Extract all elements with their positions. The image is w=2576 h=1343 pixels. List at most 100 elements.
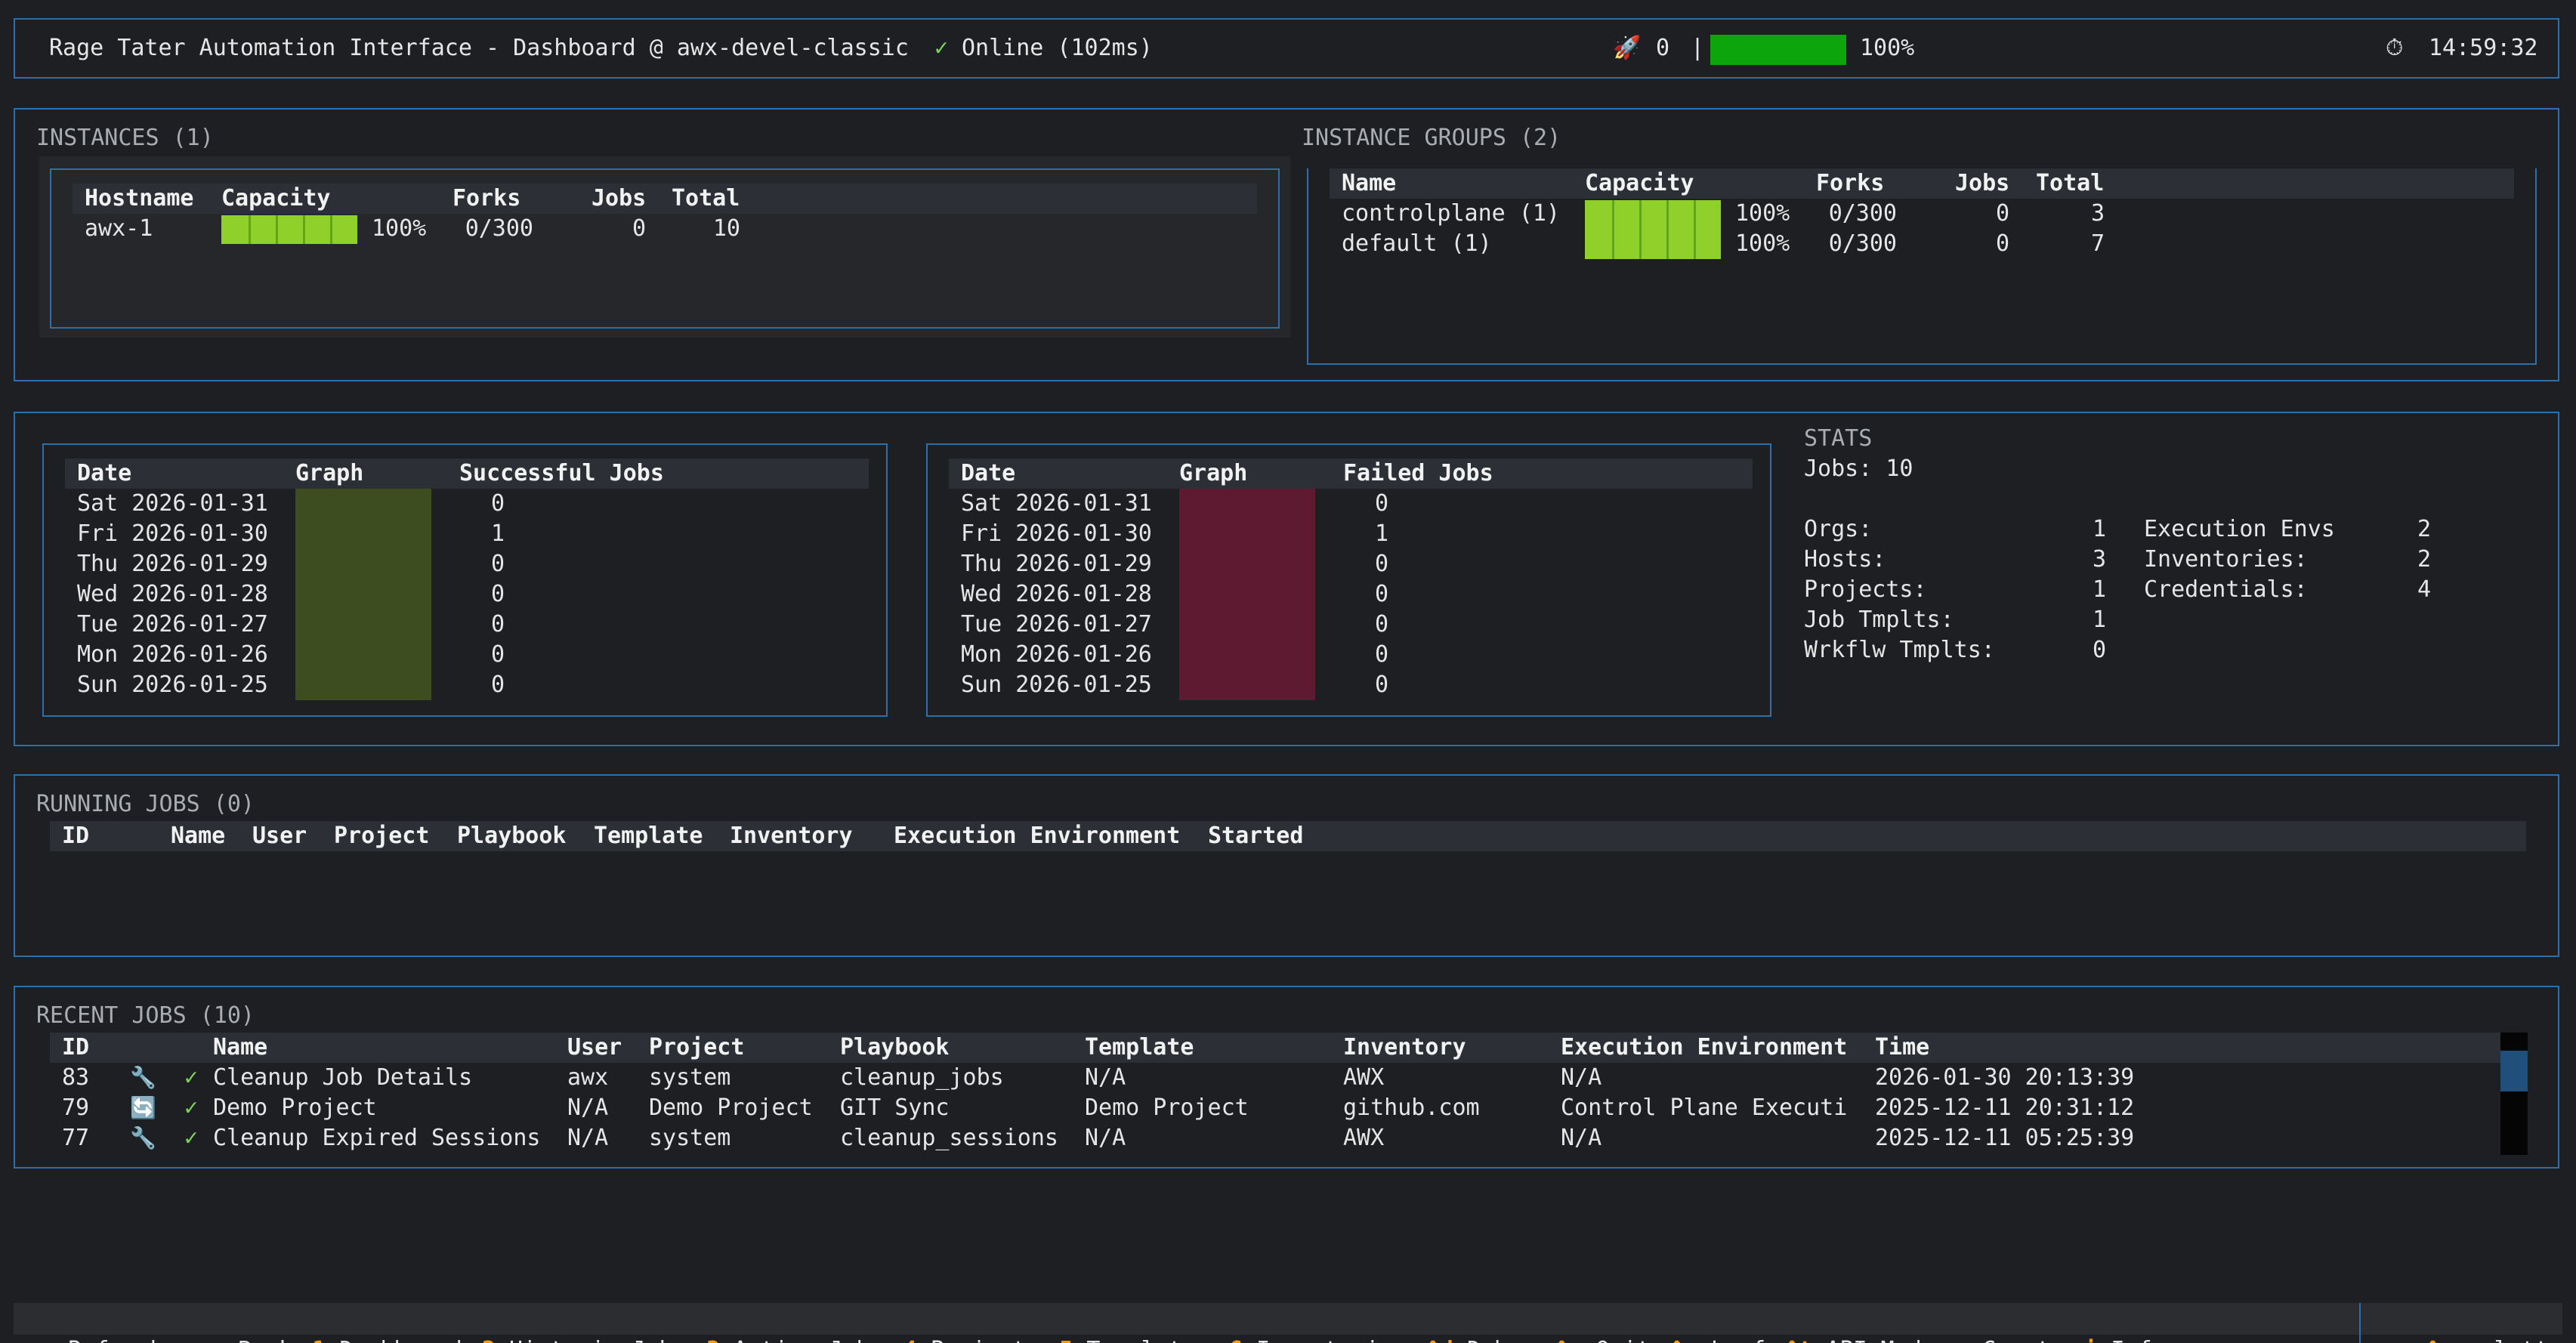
stat-value: 1 [2092,516,2106,542]
shortcut-refresh[interactable]: r Refresh [41,1337,164,1343]
success-check-icon: ✓ [184,1094,199,1121]
successful-jobs-row: Mon 2026-01-26 0 [65,640,869,670]
job-project: system [649,1125,731,1151]
job-user: N/A [567,1094,609,1121]
recent-job-row[interactable]: 83 Cleanup Job Details awx system cleanup_jo… [50,1063,2497,1093]
col-capacity: Capacity [1585,170,1694,196]
shortcut-create[interactable]: c Create [1955,1337,2065,1343]
online-check-icon: ✓ [934,35,949,61]
group-total: 7 [2090,230,2105,257]
shortcut-key: 1 [312,1337,326,1343]
failed-jobs-date: Thu 2026-01-29 [961,551,1152,577]
instance-total: 10 [712,215,740,242]
stat-value: 2 [2417,546,2431,573]
recent-jobs-scrollbar[interactable] [2500,1033,2528,1155]
group-forks: 0/300 [1828,230,1897,257]
col-execution-environment: Execution Environment [894,823,1181,849]
shortcut-back[interactable]: esc Back [184,1337,293,1343]
failed-jobs-date: Sun 2026-01-25 [961,672,1152,698]
job-user: awx [567,1064,609,1091]
col-playbook: Playbook [840,1034,950,1061]
successful-jobs-count: 0 [490,581,505,607]
wrench-icon: 🔧 [130,1125,156,1150]
instances-title: INSTANCES (1) [36,125,214,151]
job-execution-environment: N/A [1561,1064,1602,1091]
group-jobs: 0 [1995,230,2009,257]
successful-jobs-row: Fri 2026-01-30 1 [65,519,869,549]
shortcut-label: Back [238,1337,292,1343]
shortcut-label: Create [1982,1337,2064,1343]
shortcut-api-mode[interactable]: ^t API Mode [1785,1337,1935,1343]
success-check-icon: ✓ [184,1125,199,1151]
col-date: Date [77,460,132,486]
stat-label: Execution Envs [2144,516,2335,542]
shortcut-label: Quit [1595,1337,1650,1343]
stat-value: 0 [2092,637,2106,663]
shortcut-debug[interactable]: ^d Debug [1426,1337,1536,1343]
successful-jobs-row: Tue 2026-01-27 0 [65,610,869,640]
shortcut-active-jobs[interactable]: 3 Active Jobs [706,1337,884,1343]
header-bar: Rage Tater Automation Interface - Dashbo… [14,18,2559,79]
recent-job-row[interactable]: 79 Demo Project N/A Demo Project GIT Sync Dem… [50,1093,2497,1123]
failed-jobs-date: Fri 2026-01-30 [961,520,1152,547]
successful-jobs-count: 0 [490,551,505,577]
shortcut-label: Loaf [1711,1337,1765,1343]
col-id: ID [62,1034,90,1061]
job-time: 2026-01-30 20:13:39 [1875,1064,2135,1091]
shortcut-key: esc [184,1337,224,1343]
shortcut-info[interactable]: i Info [2083,1337,2165,1343]
shortcut-dashboard[interactable]: 1 Dashboard [312,1337,462,1343]
header-progress-percent: 100% [1860,35,1915,61]
group-jobs: 0 [1995,200,2009,227]
job-time: 2025-12-11 05:25:39 [1875,1125,2135,1151]
shortcut-inventories[interactable]: 6 Inventories [1229,1337,1407,1343]
shortcut-label: API Mode [1826,1337,1935,1343]
col-playbook: Playbook [457,823,567,849]
col-jobs: Jobs [591,185,647,211]
shortcut-quit[interactable]: ^q Quit [1555,1337,1650,1343]
successful-jobs-count: 1 [490,520,505,547]
col-total: Total [672,185,740,211]
col-failed-jobs: Failed Jobs [1343,460,1493,486]
recent-job-row[interactable]: 77 Cleanup Expired Sessions N/A system clean… [50,1123,2497,1153]
col-id: ID [62,823,90,849]
job-stats-section: Date Graph Successful Jobs Sat 2026-01-3… [14,412,2559,746]
successful-jobs-count: 0 [490,672,505,698]
col-time: Time [1875,1034,1930,1061]
stat-label: Orgs: [1804,516,1873,542]
instance-group-row[interactable]: controlplane (1) 100% 0/300 0 3 [1330,199,2514,229]
recent-jobs-section: RECENT JOBS (10) ID Name User Project Pl… [14,986,2559,1169]
col-execution-environment: Execution Environment [1561,1034,1848,1061]
failed-jobs-row: Sun 2026-01-25 0 [949,670,1753,700]
job-template: N/A [1085,1125,1126,1151]
wrench-icon: 🔧 [130,1065,156,1090]
instance-row[interactable]: awx-1 100% 0/300 0 10 [73,214,1257,244]
failed-jobs-row: Fri 2026-01-30 1 [949,519,1753,549]
instance-forks: 0/300 [465,215,533,242]
job-id: 79 [62,1094,90,1121]
instance-groups-header-row: Name Capacity Forks Jobs Total [1330,168,2514,199]
group-forks: 0/300 [1828,200,1897,227]
col-total: Total [2036,170,2105,196]
scrollbar-thumb[interactable] [2500,1051,2528,1091]
col-inventory: Inventory [730,823,853,849]
header-separator: | [1691,35,1705,61]
job-template: Demo Project [1085,1094,1249,1121]
shortcut-loaf[interactable]: ^o Loaf [1670,1337,1765,1343]
failed-jobs-row: Thu 2026-01-29 0 [949,549,1753,579]
col-template: Template [594,823,703,849]
shortcut-label: Inventories [1256,1337,1407,1343]
col-successful-jobs: Successful Jobs [459,460,664,486]
palette-shortcut[interactable]: ^p palette [2359,1303,2562,1343]
col-hostname: Hostname [85,185,194,211]
successful-jobs-date: Sat 2026-01-31 [77,490,268,517]
instance-group-row[interactable]: default (1) 100% 0/300 0 7 [1330,229,2514,259]
shortcut-projects[interactable]: 4 Projects [903,1337,1040,1343]
failed-jobs-count: 0 [1374,611,1388,638]
shortcut-key: ^o [1670,1337,1697,1343]
job-template: N/A [1085,1064,1126,1091]
col-name: Name [1342,170,1397,196]
shortcut-historic-jobs[interactable]: 2 Historic Jobs [482,1337,687,1343]
recent-jobs-header-row: ID Name User Project Playbook Template I… [50,1033,2508,1063]
shortcut-templates[interactable]: 5 Templates [1059,1337,1209,1343]
